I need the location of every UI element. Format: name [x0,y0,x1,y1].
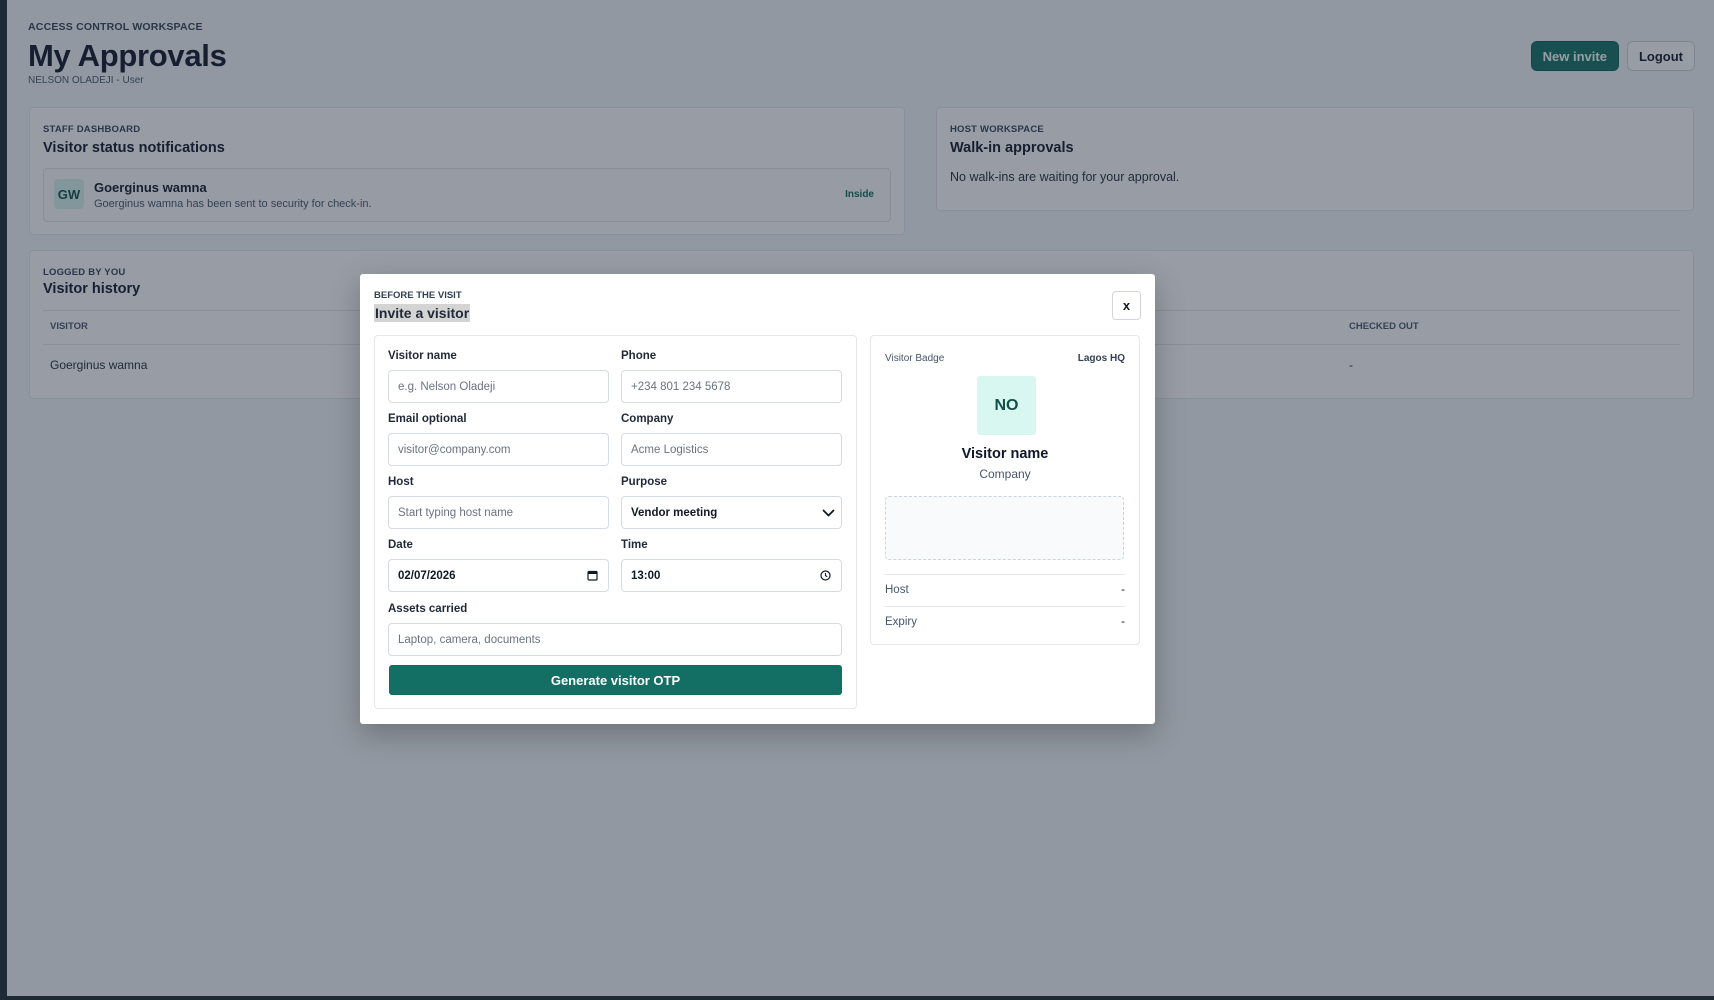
email-input[interactable]: visitor@company.com [388,433,609,466]
email-label: Email optional [388,413,467,425]
badge-host-label: Host [885,584,909,596]
badge-site: Lagos HQ [1077,353,1125,364]
visitor-badge-preview: Visitor Badge Lagos HQ NO Visitor name C… [870,335,1140,645]
modal-title: Invite a visitor [374,304,471,322]
badge-expiry-label: Expiry [885,616,917,628]
time-input[interactable]: 13:00 [621,559,842,592]
invite-visitor-modal: BEFORE THE VISIT Invite a visitor x Visi… [360,274,1155,724]
calendar-icon[interactable] [587,570,598,581]
badge-company: Company [979,467,1031,481]
assets-input[interactable]: Laptop, camera, documents [388,623,842,656]
qr-code-placeholder [885,496,1124,560]
phone-label: Phone [621,350,657,362]
company-label: Company [621,413,674,425]
badge-label: Visitor Badge [885,353,945,364]
host-label: Host [388,476,414,488]
purpose-label: Purpose [621,476,668,488]
clock-icon[interactable] [820,570,831,581]
badge-visitor-name: Visitor name [961,446,1049,462]
modal-eyebrow: BEFORE THE VISIT [374,290,462,301]
chevron-down-icon [822,509,835,517]
badge-host-row: Host - [885,574,1125,606]
close-icon: x [1122,298,1131,313]
badge-expiry-row: Expiry - [885,606,1125,638]
invite-form: Visitor name e.g. Nelson Oladeji Phone +… [374,335,857,709]
visitor-name-label: Visitor name [388,350,457,362]
time-label: Time [621,539,648,551]
company-input[interactable]: Acme Logistics [621,433,842,466]
time-value: 13:00 [631,569,661,582]
date-input[interactable]: 02/07/2026 [388,559,609,592]
generate-otp-button[interactable]: Generate visitor OTP [389,665,842,695]
badge-host-value: - [1121,584,1125,596]
avatar: NO [977,376,1036,435]
visitor-name-input[interactable]: e.g. Nelson Oladeji [388,370,609,403]
assets-label: Assets carried [388,603,468,615]
phone-input[interactable]: +234 801 234 5678 [621,370,842,403]
date-label: Date [388,539,413,551]
close-button[interactable]: x [1112,291,1141,320]
date-value: 02/07/2026 [398,569,456,582]
purpose-select[interactable]: Vendor meeting [621,496,842,529]
purpose-value: Vendor meeting [631,506,718,519]
badge-expiry-value: - [1121,616,1125,628]
host-input[interactable]: Start typing host name [388,496,609,529]
